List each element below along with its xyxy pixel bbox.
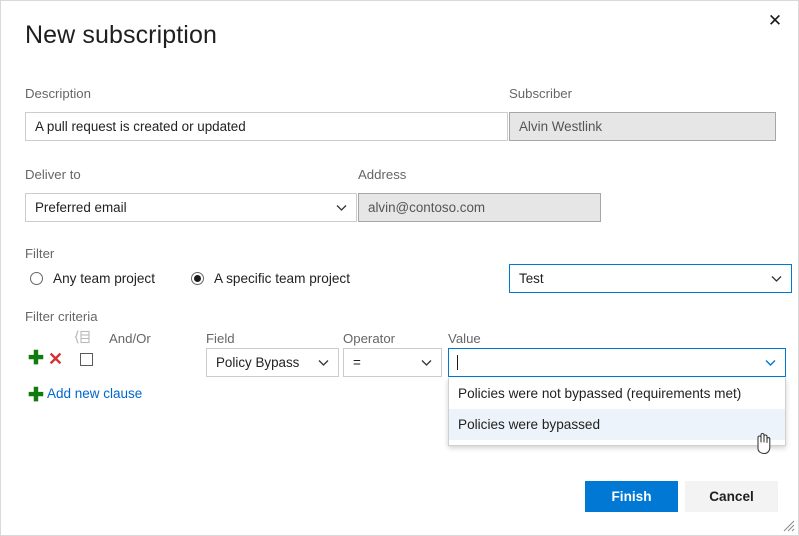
chevron-down-icon [335,201,348,214]
team-project-value: Test [519,271,544,286]
radio-any-team-project-label: Any team project [53,271,155,286]
field-value: Policy Bypass [216,355,299,370]
cancel-button[interactable]: Cancel [685,481,778,512]
operator-select[interactable]: = [343,348,442,377]
new-subscription-dialog: ✕ New subscription Description A pull re… [0,0,799,536]
filter-criteria-label: Filter criteria [25,309,98,324]
deliver-to-label: Deliver to [25,167,81,182]
dropdown-option-policies-not-bypassed[interactable]: Policies were not bypassed (requirements… [449,378,785,409]
column-header-andor: And/Or [109,331,151,346]
subscriber-input: Alvin Westlink [509,112,776,141]
deliver-to-select[interactable]: Preferred email [25,193,357,222]
chevron-down-icon [420,356,433,369]
resize-grip-icon[interactable] [782,519,795,532]
chevron-down-icon[interactable] [764,356,777,369]
description-label: Description [25,86,91,101]
radio-specific-team-project[interactable]: A specific team project [191,271,350,286]
description-input[interactable]: A pull request is created or updated [25,112,508,141]
value-combobox[interactable] [448,348,786,377]
page-title: New subscription [25,21,217,50]
group-checkbox[interactable] [80,353,93,366]
text-caret [457,355,458,370]
radio-any-team-project-control[interactable] [30,272,43,285]
finish-button[interactable]: Finish [585,481,678,512]
add-new-clause-icon[interactable]: ✚ [28,386,44,405]
address-label: Address [358,167,406,182]
column-header-value: Value [448,331,481,346]
group-clause-icon [74,330,90,349]
address-input: alvin@contoso.com [358,193,601,222]
value-dropdown-list: Policies were not bypassed (requirements… [448,378,786,446]
column-header-field: Field [206,331,235,346]
add-new-clause-link[interactable]: Add new clause [47,386,142,401]
subscriber-label: Subscriber [509,86,572,101]
chevron-down-icon [770,272,783,285]
team-project-select[interactable]: Test [509,264,792,293]
add-clause-row-icon[interactable]: ✚ [28,349,44,368]
field-select[interactable]: Policy Bypass [206,348,339,377]
delete-clause-icon[interactable]: ✕ [48,350,63,368]
operator-value: = [353,355,361,370]
dropdown-option-policies-bypassed[interactable]: Policies were bypassed [449,409,785,440]
close-icon[interactable]: ✕ [760,7,790,33]
radio-any-team-project[interactable]: Any team project [30,271,155,286]
deliver-to-value: Preferred email [35,200,127,215]
chevron-down-icon [317,356,330,369]
column-header-operator: Operator [343,331,395,346]
filter-label: Filter [25,246,54,261]
radio-specific-team-project-control[interactable] [191,272,204,285]
radio-specific-team-project-label: A specific team project [214,271,350,286]
